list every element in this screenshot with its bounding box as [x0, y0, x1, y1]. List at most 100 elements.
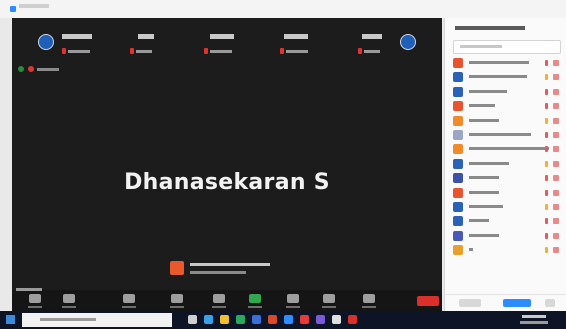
- participant-row[interactable]: [453, 85, 563, 99]
- participant-name: [469, 204, 503, 208]
- participant-row[interactable]: [453, 142, 563, 156]
- chat-icon: [213, 294, 225, 303]
- tile-name: [284, 34, 308, 39]
- more-button[interactable]: [545, 299, 555, 307]
- mic-muted-icon: [62, 48, 66, 54]
- avatar: [453, 115, 463, 126]
- participant-name: [469, 248, 473, 252]
- window-titlebar: [0, 0, 566, 18]
- app-icon[interactable]: [332, 315, 341, 324]
- participant-row[interactable]: [453, 70, 563, 84]
- video-icon: [553, 175, 559, 182]
- mic-icon: [545, 175, 548, 182]
- microphone-icon: [29, 294, 41, 303]
- participant-name: [469, 132, 531, 136]
- windows-taskbar: [0, 311, 566, 329]
- window-title: [19, 4, 49, 8]
- participants-button[interactable]: [170, 294, 184, 308]
- avatar: [453, 245, 463, 256]
- mic-icon: [545, 203, 548, 210]
- participant-row[interactable]: [453, 186, 563, 200]
- edge-icon[interactable]: [204, 315, 213, 324]
- video-icon: [553, 131, 559, 138]
- participant-row[interactable]: [453, 200, 563, 214]
- tile-name: [138, 34, 154, 39]
- powerpoint-icon[interactable]: [268, 315, 277, 324]
- file-explorer-icon[interactable]: [220, 315, 229, 324]
- participant-search-input[interactable]: [453, 40, 561, 54]
- mic-icon: [545, 218, 548, 225]
- participant-row[interactable]: [453, 99, 563, 113]
- windows-start-icon[interactable]: [6, 315, 15, 324]
- participant-name: [469, 161, 509, 165]
- clock-date: [520, 321, 548, 324]
- taskbar-search-input[interactable]: [22, 313, 172, 327]
- status-dot-icon: [18, 66, 24, 72]
- breakout-rooms-button[interactable]: [322, 294, 336, 308]
- participant-name: [469, 75, 527, 79]
- microphone-button[interactable]: [28, 294, 42, 308]
- zoom-taskbar-icon[interactable]: [284, 315, 293, 324]
- avatar: [453, 129, 463, 140]
- user-avatar-icon: [170, 261, 184, 275]
- participant-row[interactable]: [453, 128, 563, 142]
- tile-sub: [210, 50, 232, 53]
- mic-icon: [545, 189, 548, 196]
- participant-row[interactable]: [453, 157, 563, 171]
- video-icon: [553, 146, 559, 153]
- end-meeting-button[interactable]: [417, 296, 439, 306]
- taskbar-search-placeholder: [40, 318, 96, 321]
- participant-row[interactable]: [453, 229, 563, 243]
- participant-row[interactable]: [453, 56, 563, 70]
- video-icon: [553, 189, 559, 196]
- zoom-app-icon: [10, 6, 16, 12]
- tile-name: [62, 34, 92, 39]
- excel-icon[interactable]: [236, 315, 245, 324]
- taskbar-clock[interactable]: [518, 314, 552, 326]
- avatar: [453, 158, 463, 169]
- participant-name: [469, 190, 499, 194]
- gallery-tile[interactable]: [356, 26, 442, 60]
- gallery-tile[interactable]: [12, 26, 98, 60]
- room-label: [16, 288, 42, 291]
- share-line-1: [190, 263, 270, 266]
- participant-row[interactable]: [453, 243, 563, 257]
- teams-icon[interactable]: [316, 315, 325, 324]
- gallery-tile[interactable]: [98, 26, 184, 60]
- video-icon: [553, 88, 559, 95]
- record-button[interactable]: [286, 294, 300, 308]
- participant-name: [469, 147, 549, 151]
- security-icon: [123, 294, 135, 303]
- video-icon: [553, 232, 559, 239]
- reactions-button[interactable]: [362, 294, 376, 308]
- word-icon[interactable]: [252, 315, 261, 324]
- avatar: [453, 144, 463, 155]
- avatar: [38, 34, 54, 50]
- gallery-tile[interactable]: [270, 26, 356, 60]
- participant-row[interactable]: [453, 214, 563, 228]
- breakout-rooms-icon: [323, 294, 335, 303]
- mic-icon: [545, 88, 548, 95]
- security-button[interactable]: [122, 294, 136, 308]
- app-icon[interactable]: [348, 315, 357, 324]
- gallery-tile[interactable]: [184, 26, 270, 60]
- invite-button[interactable]: [459, 299, 481, 307]
- participant-name: [469, 89, 507, 93]
- video-button[interactable]: [62, 294, 76, 308]
- task-view-icon[interactable]: [188, 315, 197, 324]
- mic-muted-icon: [358, 48, 362, 54]
- tile-sub: [68, 50, 90, 53]
- chat-button[interactable]: [212, 294, 226, 308]
- share-screen-button[interactable]: [248, 294, 262, 308]
- chrome-icon[interactable]: [300, 315, 309, 324]
- recording-label: [37, 68, 59, 71]
- participant-name: [469, 104, 495, 108]
- tile-sub: [286, 50, 308, 53]
- mute-all-button[interactable]: [503, 299, 531, 307]
- search-placeholder: [460, 45, 502, 48]
- participant-row[interactable]: [453, 114, 563, 128]
- participant-name: [469, 176, 499, 180]
- share-line-2: [190, 271, 246, 274]
- mic-icon: [545, 131, 548, 138]
- participant-row[interactable]: [453, 171, 563, 185]
